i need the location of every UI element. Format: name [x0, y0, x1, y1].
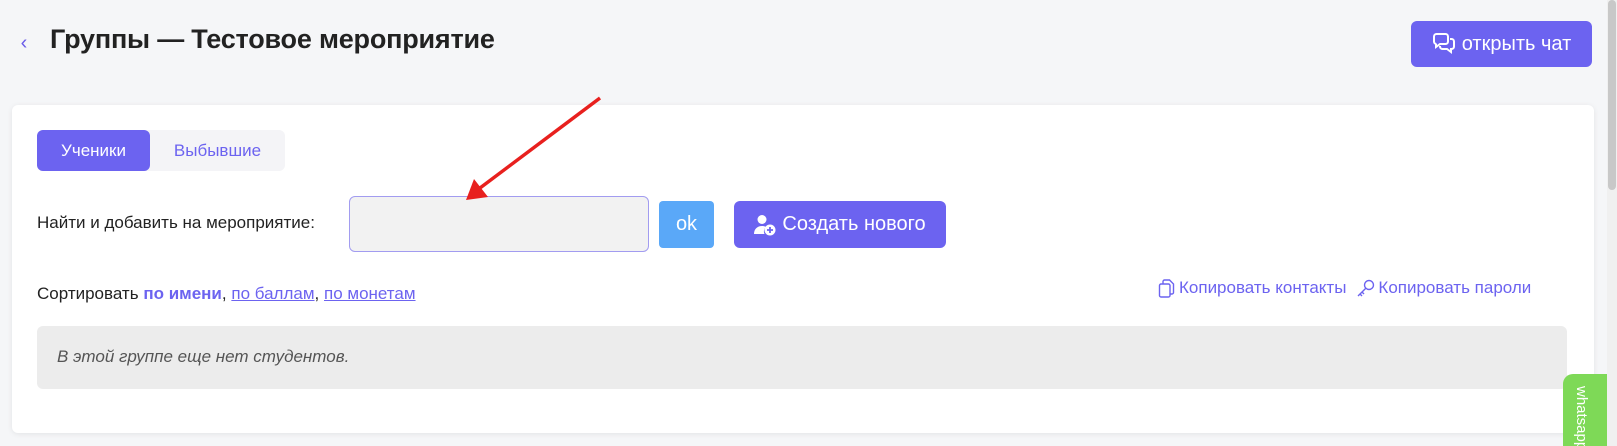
create-new-button[interactable]: Создать нового: [734, 201, 946, 248]
open-chat-label: открыть чат: [1461, 32, 1572, 55]
search-input[interactable]: [349, 196, 649, 252]
copy-contacts-label: Копировать контакты: [1179, 278, 1347, 297]
copy-passwords-link[interactable]: Копировать пароли: [1356, 278, 1531, 298]
empty-state-box: В этой группе еще нет студентов.: [37, 326, 1567, 389]
key-icon: [1357, 279, 1375, 296]
top-bar: ‹ Группы — Тестовое мероприятие открыть …: [0, 0, 1617, 86]
whatsapp-label: whatsapp: [1573, 386, 1590, 446]
sort-separator: ,: [314, 284, 320, 303]
sort-by-coins[interactable]: по монетам: [324, 284, 416, 303]
sort-row: Сортировать по имени, по баллам, по моне…: [37, 284, 416, 304]
chat-bubbles-icon: [1432, 33, 1455, 54]
copy-links: Копировать контакты Копировать пароли: [1157, 278, 1531, 298]
tab-students[interactable]: Ученики: [37, 130, 150, 171]
page-title: Группы — Тестовое мероприятие: [50, 24, 495, 54]
ok-button[interactable]: ok: [659, 201, 714, 248]
chevron-left-icon[interactable]: ‹: [14, 30, 34, 56]
sort-by-points[interactable]: по баллам: [231, 284, 314, 303]
empty-state-text: В этой группе еще нет студентов.: [57, 347, 350, 366]
sort-separator: ,: [221, 284, 227, 303]
copy-icon: [1158, 278, 1175, 298]
sort-by-name[interactable]: по имени: [143, 284, 222, 303]
find-add-label: Найти и добавить на мероприятие:: [37, 213, 315, 232]
tab-dropped-out[interactable]: Выбывшие: [150, 130, 285, 171]
scrollbar[interactable]: [1607, 0, 1617, 446]
copy-passwords-label: Копировать пароли: [1378, 278, 1532, 297]
user-add-icon: [754, 214, 776, 235]
open-chat-button[interactable]: открыть чат: [1411, 21, 1592, 67]
tabs: Ученики Выбывшие: [37, 130, 285, 171]
create-new-label: Создать нового: [782, 213, 926, 235]
scrollbar-thumb[interactable]: [1608, 0, 1616, 190]
sort-prefix: Сортировать: [37, 284, 139, 303]
whatsapp-widget[interactable]: whatsapp: [1563, 374, 1611, 446]
copy-contacts-link[interactable]: Копировать контакты: [1157, 278, 1346, 298]
